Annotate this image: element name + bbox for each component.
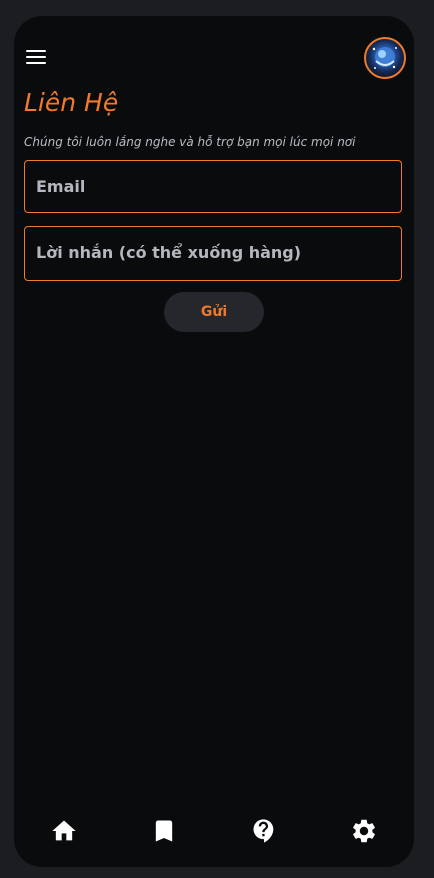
bookmark-icon — [155, 820, 173, 842]
avatar-image — [372, 47, 397, 69]
email-field[interactable] — [24, 160, 402, 213]
nav-bookmark[interactable] — [139, 806, 189, 856]
hamburger-menu-icon[interactable] — [26, 49, 46, 65]
app-screen: Liên Hệ Chúng tôi luôn lắng nghe và hỗ t… — [14, 16, 414, 867]
nav-home[interactable] — [39, 806, 89, 856]
page-title: Liên Hệ — [24, 88, 119, 117]
bottom-navigation — [14, 806, 414, 856]
settings-gear-icon — [353, 819, 375, 843]
send-button[interactable]: Gửi — [164, 292, 264, 332]
nav-settings[interactable] — [339, 806, 389, 856]
page-subtitle: Chúng tôi luôn lắng nghe và hỗ trợ bạn m… — [24, 135, 356, 149]
menu-line — [26, 50, 46, 52]
home-icon — [52, 820, 76, 841]
user-avatar[interactable] — [364, 37, 406, 79]
help-icon — [253, 819, 274, 843]
message-field[interactable] — [24, 226, 402, 281]
menu-line — [26, 56, 46, 58]
nav-help[interactable] — [239, 806, 289, 856]
menu-line — [26, 62, 46, 64]
